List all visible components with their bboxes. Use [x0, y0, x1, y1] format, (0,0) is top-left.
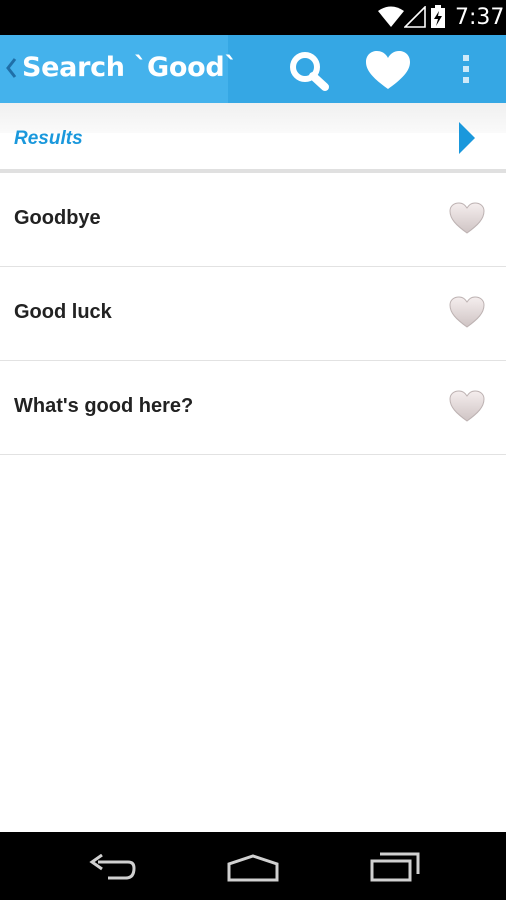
favorite-heart-icon[interactable]: [448, 201, 486, 235]
recents-icon[interactable]: [370, 852, 420, 887]
signal-icon: [403, 5, 426, 33]
phrase-text: What's good here?: [14, 395, 194, 417]
result-list: Goodbye Good luck What's good here?: [0, 173, 506, 455]
back-icon[interactable]: [88, 853, 138, 887]
phrase-text: Goodbye: [14, 207, 101, 229]
up-navigation[interactable]: Search `Good`: [0, 35, 238, 103]
favorite-heart-icon[interactable]: [448, 295, 486, 329]
list-item[interactable]: Goodbye: [0, 173, 506, 267]
search-icon[interactable]: [286, 49, 332, 91]
overflow-menu-icon[interactable]: [456, 49, 476, 91]
status-clock: 7:37: [455, 5, 505, 30]
page-title: Search `Good`: [22, 52, 238, 83]
results-header[interactable]: Results: [0, 103, 506, 171]
action-bar: Search `Good`: [0, 35, 506, 103]
favorite-heart-icon[interactable]: [448, 389, 486, 423]
chevron-left-icon: [5, 57, 17, 84]
list-item[interactable]: What's good here?: [0, 361, 506, 455]
phrase-text: Good luck: [14, 301, 112, 323]
list-item[interactable]: Good luck: [0, 267, 506, 361]
wifi-icon: [378, 6, 404, 33]
navigation-bar: [0, 832, 506, 900]
battery-charging-icon: [430, 5, 446, 34]
heart-icon[interactable]: [364, 49, 412, 91]
results-label: Results: [14, 128, 83, 149]
status-bar: 7:37: [0, 0, 506, 35]
home-icon[interactable]: [226, 854, 280, 887]
play-arrow-icon[interactable]: [458, 121, 476, 160]
